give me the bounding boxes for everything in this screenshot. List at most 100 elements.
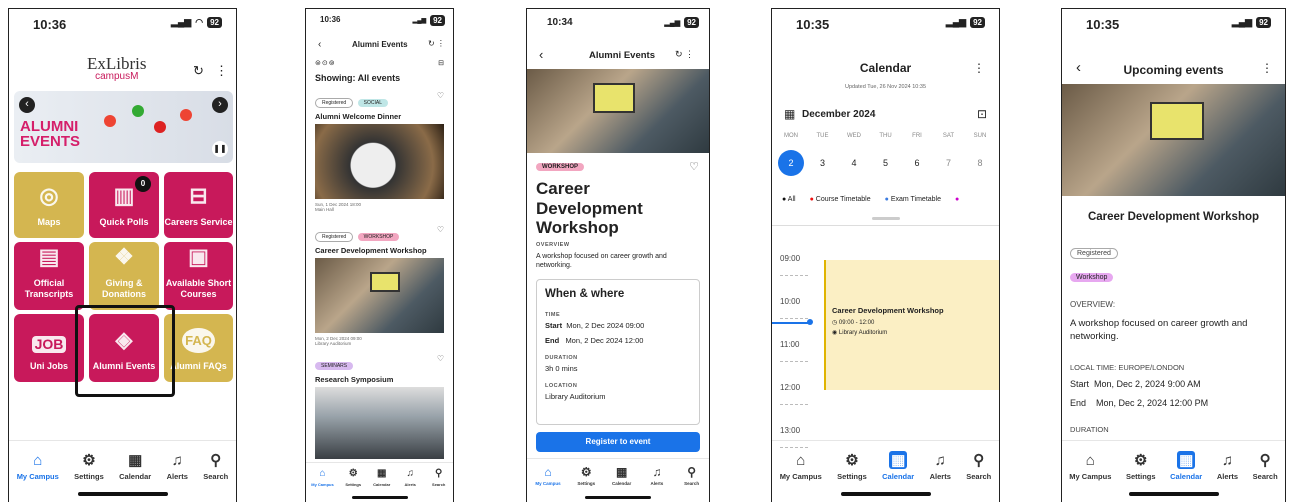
search-icon: ⚲ <box>973 451 985 469</box>
nav-my-campus[interactable]: ⌂ My Campus <box>17 451 59 502</box>
tile-transcripts[interactable]: ▤ Official Transcripts <box>14 242 84 310</box>
tile-label: Available Short Courses <box>165 278 232 300</box>
carousel-next-button[interactable]: › <box>212 97 228 113</box>
clock-icon: ◷ <box>832 320 838 326</box>
courses-icon: ▣ <box>188 244 209 270</box>
nav-search[interactable]: ⚲ Search <box>683 466 701 502</box>
nav-search[interactable]: ⚲ Search <box>1253 451 1278 502</box>
clock: 10:35 <box>1086 17 1120 32</box>
refresh-icon[interactable]: ↻ ⋮ <box>428 39 445 48</box>
search-icon: ⚲ <box>1259 451 1271 469</box>
tile-label: Official Transcripts <box>24 278 74 300</box>
page-title: Alumni Events <box>352 40 408 49</box>
filter-exam[interactable]: ● Exam Timetable <box>885 196 941 203</box>
duration-label: DURATION <box>1070 425 1109 434</box>
filter-more[interactable]: ● <box>955 196 959 203</box>
faq-icon: FAQ <box>182 327 215 354</box>
gear-icon: ⚙ <box>1134 451 1148 469</box>
date-cell[interactable]: 7 <box>936 150 962 176</box>
event-location: Library Auditorium <box>315 341 352 346</box>
battery-icon: 92 <box>684 17 699 28</box>
date-cell[interactable]: 2 <box>778 150 804 176</box>
refresh-icon[interactable]: ↻ ⋮ <box>675 49 694 60</box>
nav-label: My Campus <box>311 482 334 487</box>
pause-button[interactable]: ❚❚ <box>212 141 228 157</box>
banner-carousel[interactable]: ALUMNI EVENTS ‹ › ❚❚ <box>14 91 233 163</box>
tile-label: Careers Service <box>164 217 233 228</box>
divider <box>772 225 999 226</box>
heart-icon[interactable]: ♡ <box>437 354 444 363</box>
event-card[interactable]: Registered WORKSHOP ♡ Career Development… <box>315 225 444 346</box>
calendar-icon: ▦ <box>376 468 387 479</box>
event-card[interactable]: Registered SOCIAL ♡ Alumni Welcome Dinne… <box>315 91 444 212</box>
nav-label: Settings <box>577 481 596 486</box>
tile-careers[interactable]: ⊟ Careers Service <box>164 172 233 238</box>
end-row: End Mon, 2 Dec 2024 12:00 <box>545 336 691 345</box>
clock: 10:36 <box>320 15 341 24</box>
event-card[interactable]: SEMINARS ♡ Research Symposium Tue, 3 Dec… <box>315 354 444 472</box>
clock: 10:36 <box>33 17 67 32</box>
current-time-line <box>772 322 810 324</box>
page-title: Upcoming events <box>1123 63 1224 77</box>
hour-label: 09:00 <box>780 254 801 263</box>
filter-icons[interactable]: ⊜⊙⊚ <box>315 59 336 67</box>
date-cell[interactable]: 6 <box>904 150 930 176</box>
nav-alerts[interactable]: ♫ Alerts <box>930 451 951 502</box>
home-indicator <box>1128 492 1219 496</box>
event-title: Career Development Workshop <box>315 246 427 255</box>
nav-label: Alerts <box>1216 472 1239 481</box>
nav-search[interactable]: ⚲ Search <box>430 469 448 502</box>
month-label[interactable]: December 2024 <box>802 109 875 120</box>
home-indicator <box>840 492 931 496</box>
heart-icon[interactable]: ♡ <box>437 225 444 234</box>
nav-search[interactable]: ⚲ Search <box>966 451 991 502</box>
view-toggle-icon[interactable]: ⊡ <box>977 107 987 121</box>
date-cell[interactable]: 8 <box>967 150 993 176</box>
filter-toggle-icon[interactable]: ⊟ <box>438 59 444 67</box>
category-chip: WORKSHOP <box>536 163 584 171</box>
nav-my-campus[interactable]: ⌂ My Campus <box>1069 451 1111 502</box>
nav-my-campus[interactable]: ⌂ My Campus <box>311 469 333 502</box>
date-cell[interactable]: 4 <box>841 150 867 176</box>
calendar-event[interactable]: Career Development Workshop ◷ 09:00 - 12… <box>824 260 999 390</box>
clock: 10:35 <box>796 17 830 32</box>
search-icon: ⚲ <box>210 451 222 469</box>
nav-search[interactable]: ⚲ Search <box>203 451 228 502</box>
nav-label: Search <box>203 472 229 481</box>
nav-label: Settings <box>345 482 362 487</box>
nav-my-campus[interactable]: ⌂ My Campus <box>780 451 822 502</box>
nav-label: My Campus <box>16 472 59 481</box>
register-button[interactable]: Register to event <box>536 432 700 452</box>
heart-icon[interactable]: ♡ <box>689 160 699 173</box>
phone-calendar: 10:35 ▂▄▆ 92 Calendar ⋮ Updated Tue, 26 No… <box>771 8 1000 502</box>
nav-my-campus[interactable]: ⌂ My Campus <box>535 466 560 502</box>
back-button[interactable]: ‹ <box>318 39 321 50</box>
page-title: Calendar <box>859 61 912 75</box>
tile-short-courses[interactable]: ▣ Available Short Courses <box>164 242 233 310</box>
heart-icon[interactable]: ♡ <box>437 91 444 100</box>
drag-handle[interactable] <box>872 217 900 220</box>
date-cell[interactable]: 5 <box>873 150 899 176</box>
carousel-prev-button[interactable]: ‹ <box>19 97 35 113</box>
date-cell[interactable]: 3 <box>810 150 836 176</box>
tile-quick-polls[interactable]: ▥ Quick Polls 0 <box>89 172 159 238</box>
filter-course[interactable]: ● Course Timetable <box>810 196 871 203</box>
refresh-icon[interactable]: ↻ <box>193 63 204 79</box>
weekday-label: WED <box>847 133 861 139</box>
more-icon[interactable]: ⋮ <box>973 61 985 75</box>
hour-divider <box>780 275 808 276</box>
tile-giving[interactable]: ❖ Giving & Donations <box>89 242 159 310</box>
filter-all[interactable]: ● All <box>782 196 796 203</box>
nav-alerts[interactable]: ♫ Alerts <box>167 451 188 502</box>
back-button[interactable]: ‹ <box>539 47 543 62</box>
nav-alerts[interactable]: ♫ Alerts <box>1217 451 1238 502</box>
home-icon: ⌂ <box>33 451 43 469</box>
more-icon[interactable]: ⋮ <box>215 63 228 79</box>
tile-maps[interactable]: ◎ Maps <box>14 172 84 238</box>
nav-label: Calendar <box>611 481 632 486</box>
status-bar: 10:36 ▂▄▆ 92 <box>306 9 453 39</box>
tile-uni-jobs[interactable]: JOB Uni Jobs <box>14 314 84 382</box>
phone-event-detail: 10:34 ▂▄▆ 92 ‹ Alumni Events ↻ ⋮ WORKSHOP … <box>526 8 710 502</box>
more-icon[interactable]: ⋮ <box>1261 61 1273 75</box>
event-image <box>315 387 444 459</box>
